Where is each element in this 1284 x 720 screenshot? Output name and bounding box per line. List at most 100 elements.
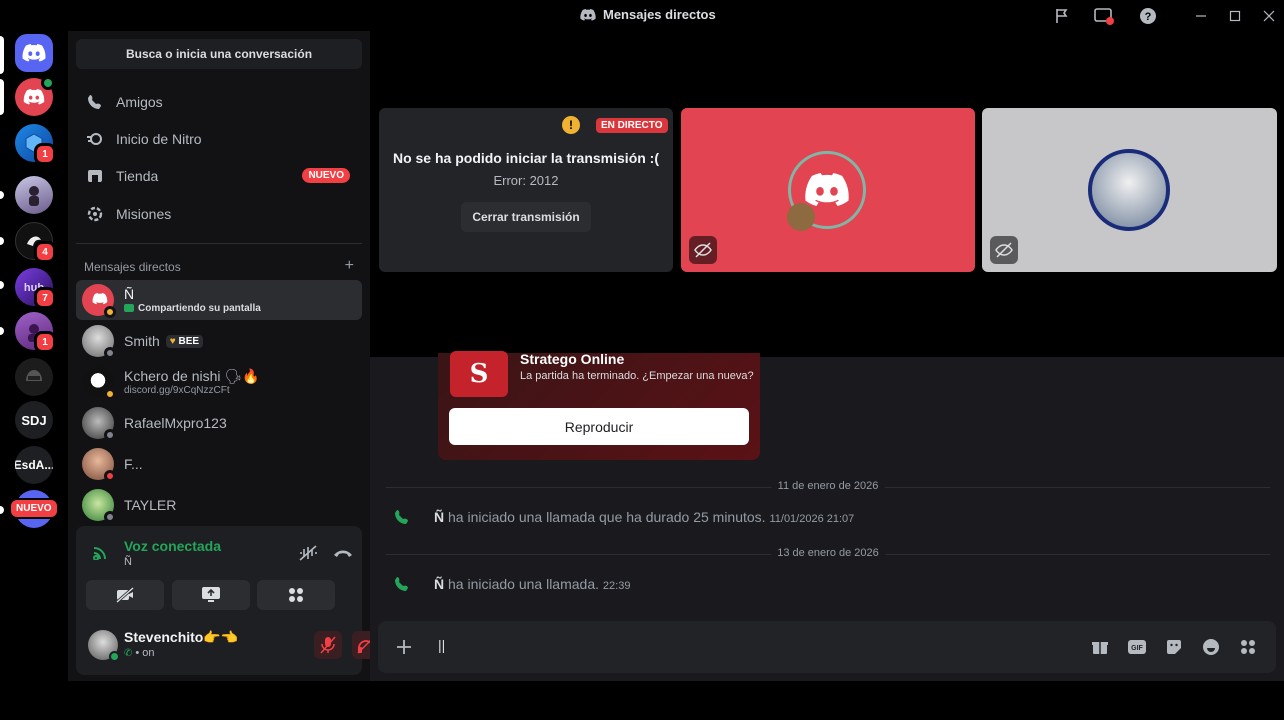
call-user[interactable]: Ñ <box>434 509 444 525</box>
user-status: ✆ • on <box>124 647 155 659</box>
server-cube[interactable]: 1 <box>15 124 56 165</box>
search-conversation-button[interactable]: Busca o inicia una conversación <box>76 39 362 69</box>
stream-tile-user-self[interactable] <box>982 108 1277 272</box>
unread-pill <box>0 281 4 289</box>
create-dm-button[interactable]: + <box>345 258 354 274</box>
maximize-icon[interactable] <box>1224 5 1246 27</box>
inbox-flag-icon[interactable] <box>1051 5 1073 27</box>
eye-off-icon <box>694 242 712 258</box>
call-timestamp: 11/01/2026 21:07 <box>769 513 855 525</box>
message-input[interactable]: || <box>438 637 445 653</box>
eye-off-icon <box>995 242 1013 258</box>
unread-pill <box>0 191 4 199</box>
server-red-avatar[interactable] <box>15 76 55 116</box>
mention-badge: 1 <box>34 331 56 353</box>
nav-friends[interactable]: Amigos <box>76 85 362 119</box>
server-purple[interactable]: 1 <box>15 312 56 353</box>
status-offline-icon <box>104 429 116 441</box>
dm-name: TAYLER <box>124 497 177 513</box>
dm-item-smith[interactable]: Smith ♥ BEE <box>76 321 362 361</box>
server-sdj[interactable]: SDJ <box>15 401 53 439</box>
nav-nitro[interactable]: Inicio de Nitro <box>76 122 362 156</box>
game-embed: S Stratego Online La partida ha terminad… <box>438 351 760 460</box>
call-message: Ñ ha iniciado una llamada. 22:39 <box>394 576 630 592</box>
stratego-logo-icon: S <box>450 351 508 397</box>
status-dnd-icon <box>104 470 116 482</box>
dm-item-kchero[interactable]: Kchero de nishi 🗣🔥 discord.gg/9xCqNzzCFt <box>76 362 362 402</box>
dm-item-rafael[interactable]: RafaelMxpro123 <box>76 403 362 443</box>
dm-name: Kchero de nishi 🗣🔥 <box>124 367 260 384</box>
dm-name: Ñ <box>124 285 135 302</box>
activities-button[interactable] <box>257 580 335 610</box>
status-idle-icon <box>104 306 116 318</box>
server-bw[interactable]: 4 <box>15 222 56 263</box>
server-nuevo[interactable]: NUEVO <box>9 490 59 528</box>
mute-button[interactable] <box>314 631 342 659</box>
avatar <box>82 325 116 359</box>
dm-item-f[interactable]: F... <box>76 444 362 484</box>
minimize-icon[interactable] <box>1190 5 1212 27</box>
share-screen-button[interactable] <box>172 580 250 610</box>
game-title: Stratego Online <box>520 351 625 367</box>
status-offline-icon <box>104 511 116 523</box>
mention-badge: 7 <box>34 287 56 309</box>
server-neon[interactable]: hub 7 <box>15 268 56 309</box>
close-icon[interactable] <box>1258 5 1280 27</box>
call-user[interactable]: Ñ <box>434 576 444 592</box>
emoji-icon[interactable] <box>1198 634 1224 660</box>
svg-text:GIF: GIF <box>1131 645 1143 652</box>
dm-activity-text: Compartiendo su pantalla <box>138 302 261 314</box>
play-button[interactable]: Reproducir <box>449 408 749 445</box>
home-button[interactable] <box>15 34 53 72</box>
attach-plus-icon[interactable] <box>391 634 417 660</box>
stream-tile-user-n[interactable] <box>681 108 975 272</box>
screen-share-indicator-icon <box>124 304 134 312</box>
friends-wave-icon <box>86 93 104 111</box>
dm-item-tayler[interactable]: TAYLER <box>76 485 362 525</box>
mention-badge: 1 <box>34 143 56 165</box>
server-sdj-initials: SDJ <box>15 401 53 439</box>
voice-channel[interactable]: Ñ <box>124 556 132 568</box>
game-subtitle: La partida ha terminado. ¿Empezar una nu… <box>520 370 754 382</box>
window-title: Mensajes directos <box>580 7 716 22</box>
call-text: ha iniciado una llamada. <box>448 576 600 592</box>
noise-suppression-icon[interactable] <box>298 544 318 567</box>
helmet-icon <box>15 358 53 396</box>
dm-sidebar: Busca o inicia una conversación Amigos I… <box>68 31 412 681</box>
avatar <box>82 366 116 400</box>
user-avatar[interactable] <box>88 630 120 662</box>
sticker-icon[interactable] <box>1161 634 1187 660</box>
nav-quests[interactable]: Misiones <box>76 197 362 231</box>
video-off-button[interactable] <box>990 236 1018 264</box>
dm-activity: discord.gg/9xCqNzzCFt <box>124 384 230 396</box>
dm-item-n[interactable]: Ñ Compartiendo su pantalla <box>76 280 362 320</box>
quests-icon <box>86 205 104 223</box>
screen-share-icon[interactable] <box>1093 5 1115 27</box>
server-esda[interactable]: EsdA... <box>15 446 53 484</box>
guild-tag-text: BEE <box>178 335 200 347</box>
voice-status[interactable]: Voz conectada <box>124 538 221 554</box>
server-anime[interactable] <box>15 176 53 214</box>
video-off-button[interactable] <box>689 236 717 264</box>
apps-icon[interactable] <box>1235 634 1261 660</box>
help-icon[interactable]: ? <box>1137 5 1159 27</box>
gift-icon[interactable] <box>1087 634 1113 660</box>
nav-friends-label: Amigos <box>116 94 163 110</box>
warning-icon: ! <box>562 116 580 134</box>
signal-icon[interactable] <box>92 544 110 565</box>
nav-shop[interactable]: Tienda NUEVO <box>76 159 362 193</box>
server-helmet[interactable] <box>15 358 53 396</box>
heart-icon: ♥ <box>169 335 176 347</box>
user-name[interactable]: Stevenchito👉👈 <box>124 629 238 646</box>
camera-off-icon <box>116 587 134 603</box>
stream-error-code: Error: 2012 <box>493 173 559 188</box>
date-divider: 13 de enero de 2026 <box>386 547 1270 559</box>
close-stream-button[interactable]: Cerrar transmisión <box>461 202 591 232</box>
home-selected-pill <box>0 36 4 74</box>
guild-tag: ♥ BEE <box>165 334 204 348</box>
gif-icon[interactable]: GIF <box>1124 634 1150 660</box>
camera-off-button[interactable] <box>86 580 164 610</box>
dm-header-label: Mensajes directos <box>84 260 181 274</box>
stream-tile-error[interactable]: ! EN DIRECTO No se ha podido iniciar la … <box>379 108 673 272</box>
disconnect-icon[interactable] <box>332 544 354 567</box>
